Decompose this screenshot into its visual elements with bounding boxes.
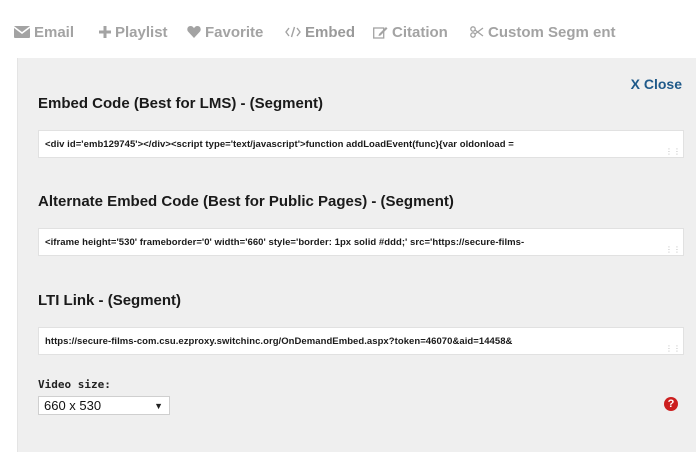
plus-icon (99, 26, 111, 38)
share-tab-bar: Email Playlist Favorite Embed Citation C… (0, 0, 696, 60)
alternate-embed-code-textarea[interactable]: <iframe height='530' frameborder='0' wid… (38, 228, 684, 256)
tab-email[interactable]: Email (14, 22, 74, 42)
scissors-icon (470, 26, 484, 38)
tab-embed-label: Embed (305, 23, 356, 41)
code-icon (285, 26, 301, 38)
alternate-embed-code-text: <iframe height='530' frameborder='0' wid… (45, 237, 525, 248)
tab-custom-segment-label: Custom Segm ent (488, 23, 616, 41)
video-size-select[interactable]: 660 x 530 ▼ (38, 396, 170, 415)
tab-citation[interactable]: Citation (373, 22, 448, 42)
chevron-down-icon: ▼ (154, 400, 163, 411)
heart-icon (187, 26, 201, 38)
tab-embed[interactable]: Embed (285, 22, 355, 42)
lti-link-textarea[interactable]: https://secure-films-com.csu.ezproxy.swi… (38, 327, 684, 355)
alternate-embed-code-heading: Alternate Embed Code (Best for Public Pa… (38, 193, 454, 210)
lti-link-heading: LTI Link - (Segment) (38, 292, 182, 309)
tab-custom-segment[interactable]: Custom Segm ent (470, 22, 616, 42)
video-size-value: 660 x 530 (44, 398, 102, 413)
pencil-square-icon (373, 26, 388, 39)
help-icon[interactable]: ? (664, 397, 678, 411)
video-size-label: Video size: (38, 378, 111, 391)
tab-citation-label: Citation (392, 23, 448, 41)
tab-favorite[interactable]: Favorite (187, 22, 263, 42)
lti-link-text: https://secure-films-com.csu.ezproxy.swi… (45, 336, 513, 347)
embed-code-heading: Embed Code (Best for LMS) - (Segment) (38, 95, 324, 112)
embed-code-textarea[interactable]: <div id='emb129745'></div><script type='… (38, 130, 684, 158)
resize-grip-icon[interactable]: ⋮⋮ (665, 148, 681, 156)
tab-favorite-label: Favorite (205, 23, 264, 41)
tab-playlist-label: Playlist (115, 23, 168, 41)
close-button[interactable]: X Close (631, 76, 682, 92)
resize-grip-icon[interactable]: ⋮⋮ (665, 246, 681, 254)
envelope-icon (14, 26, 30, 38)
tab-email-label: Email (34, 23, 75, 41)
embed-code-text: <div id='emb129745'></div><script type='… (45, 139, 514, 150)
tab-playlist[interactable]: Playlist (99, 22, 168, 42)
resize-grip-icon[interactable]: ⋮⋮ (665, 345, 681, 353)
